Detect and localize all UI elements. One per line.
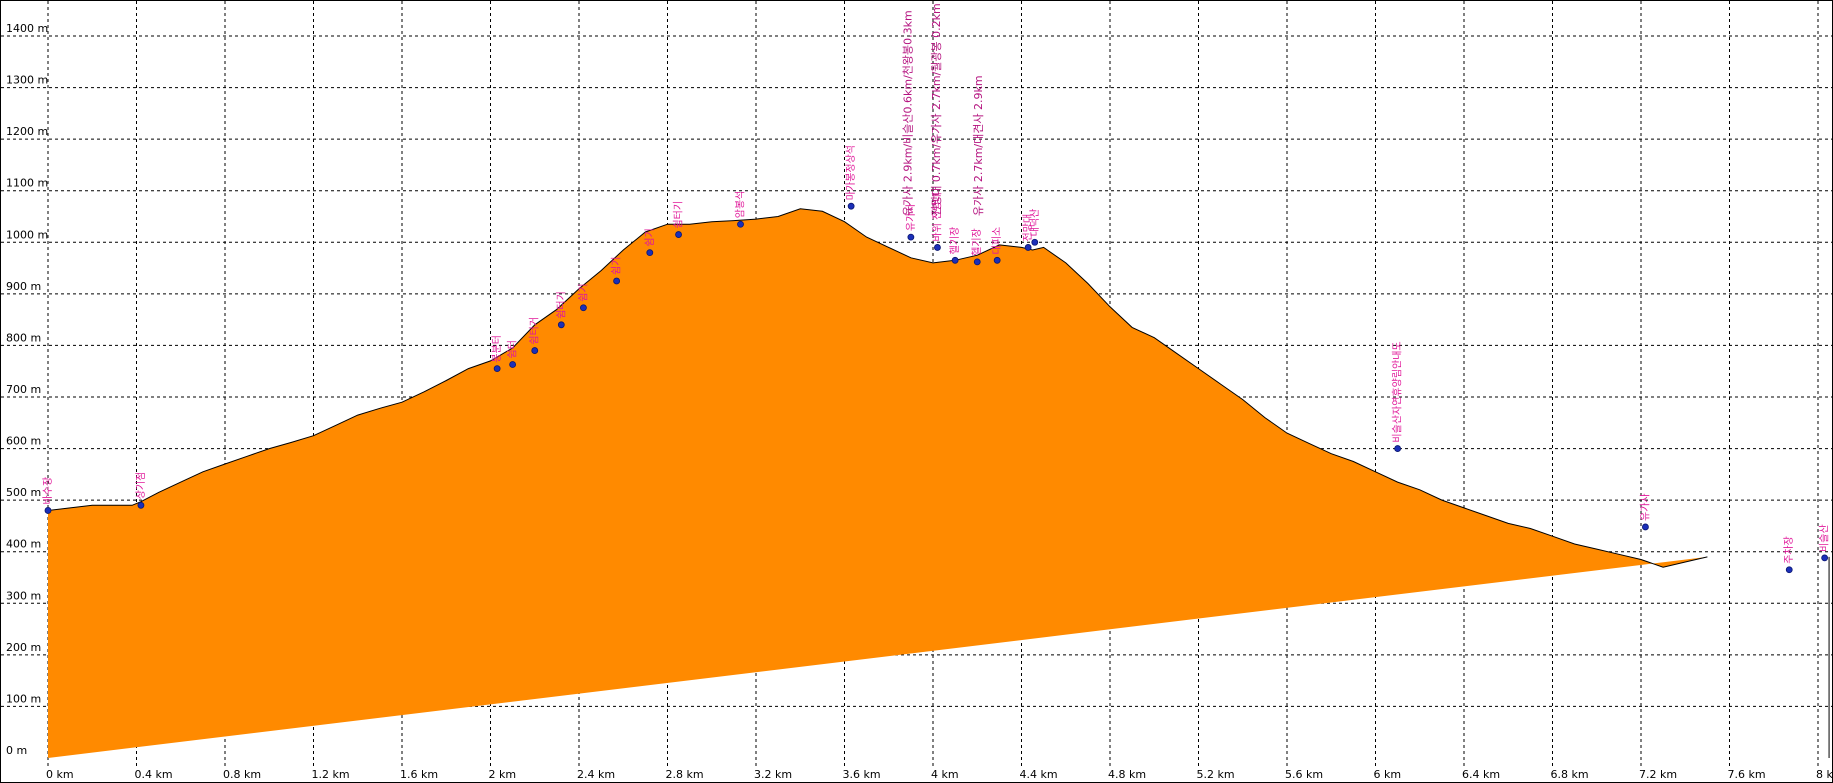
x-tick-label: 5.2 km	[1197, 768, 1235, 781]
y-tick-label: 1200 m	[6, 125, 48, 138]
elevation-profile-chart: 바수장 상기점 봉분터 쉼터 쉼터거 쉼터기 쉼기 쉼기 쉼기 쉼터기 암봉석 마가봉정상석 유가사 바위…	[0, 0, 1833, 783]
waypoint-marker	[580, 304, 587, 312]
x-tick-label: 0.8 km	[223, 768, 261, 781]
waypoint-marker	[1785, 566, 1793, 574]
y-tick-label: 1000 m	[6, 228, 48, 241]
waypoint-label: 대덕산	[1029, 209, 1041, 237]
waypoint-label: 쉼터	[507, 340, 519, 358]
y-tick-label: 1400 m	[6, 22, 48, 35]
waypoint-marker	[137, 501, 145, 509]
y-tick-label: 900 m	[6, 280, 41, 293]
y-tick-label: 700 m	[6, 383, 41, 396]
y-tick-label: 1100 m	[6, 177, 48, 190]
chart-svg: 바수장 상기점봉분터 쉼터쉼터거쉼터기 쉼기쉼기쉼기쉼터기 암봉석마가봉정상석유가사 바위…	[1, 1, 1832, 782]
waypoint-marker	[1024, 244, 1032, 251]
x-tick-label: 2 km	[489, 768, 517, 781]
waypoint-label: 쉼기	[577, 283, 589, 301]
waypoint-marker	[847, 202, 855, 210]
x-tick-label: 7.6 km	[1728, 768, 1766, 781]
waypoint-marker	[613, 277, 621, 285]
waypoint-marker	[907, 233, 915, 241]
x-tick-label: 0 km	[46, 768, 74, 781]
waypoint-marker	[973, 258, 981, 266]
y-tick-label: 100 m	[6, 692, 41, 705]
waypoint-marker	[951, 256, 959, 264]
x-tick-label: 2.8 km	[666, 768, 704, 781]
x-tick-label: 5.6 km	[1285, 768, 1323, 781]
waypoint-label: 유가사	[1639, 493, 1651, 521]
waypoint-label: 쉼터거	[529, 317, 541, 345]
annotation-label: 전망대 0.7km/유가사 2.7km/월광봉 0.2km	[930, 3, 943, 216]
y-tick-label: 800 m	[6, 331, 41, 344]
y-tick-label: 600 m	[6, 435, 41, 448]
waypoint-marker	[1821, 554, 1829, 562]
waypoint-label: 바수장	[42, 477, 54, 505]
annotation-label: 유가사 2.7km/대견사 2.9km	[972, 75, 985, 216]
x-tick-label: 8 km	[1816, 768, 1832, 781]
waypoint-label: 암봉석	[735, 191, 747, 219]
waypoint-label: 헬기장	[971, 228, 983, 256]
y-tick-label: 300 m	[6, 589, 41, 602]
waypoint-label: 쉼터기	[673, 201, 685, 229]
annotation-label: 유가사 2.9km/비슬산0.6km/천왕봉0.3km	[900, 10, 914, 216]
waypoint-label: 상기점	[135, 472, 147, 500]
waypoint-marker	[44, 507, 52, 514]
waypoint-marker	[675, 231, 682, 238]
waypoint-marker	[1394, 445, 1402, 452]
waypoint-marker	[509, 361, 517, 368]
x-tick-label: 6.8 km	[1551, 768, 1589, 781]
x-tick-label: 4.8 km	[1108, 768, 1146, 781]
waypoint-label: 헬기장	[949, 227, 961, 255]
waypoint-label: 쉼터기	[555, 291, 567, 319]
waypoint-label: 비슬산	[1819, 524, 1831, 552]
waypoint-label: 마가봉정상석	[845, 145, 857, 200]
x-tick-label: 2.4 km	[577, 768, 615, 781]
y-tick-label: 1300 m	[6, 74, 48, 87]
y-tick-label: 500 m	[6, 486, 41, 499]
x-tick-label: 1.2 km	[312, 768, 350, 781]
waypoint-label: 봉분터	[491, 335, 503, 363]
x-tick-label: 6.4 km	[1462, 768, 1500, 781]
x-tick-label: 6 km	[1374, 768, 1402, 781]
x-tick-label: 3.6 km	[843, 768, 881, 781]
y-tick-label: 0 m	[6, 744, 27, 757]
waypoint-marker	[493, 365, 501, 373]
y-tick-label: 200 m	[6, 641, 41, 654]
waypoint-marker	[737, 220, 744, 228]
x-tick-label: 0.4 km	[135, 768, 173, 781]
waypoint-label: 비슬산자연휴양림안내도	[1392, 341, 1404, 442]
waypoint-label: 쉼기	[611, 257, 623, 275]
waypoint-marker	[934, 244, 941, 251]
x-tick-label: 7.2 km	[1639, 768, 1677, 781]
waypoint-marker	[1642, 523, 1649, 531]
waypoint-label: 대피소	[991, 227, 1003, 255]
waypoint-label: 쉼기	[644, 228, 656, 246]
x-tick-label: 4.4 km	[1020, 768, 1058, 781]
waypoint-marker	[531, 347, 539, 354]
x-tick-label: 1.6 km	[400, 768, 438, 781]
waypoint-label: 주차장	[1783, 536, 1795, 564]
x-tick-label: 4 km	[931, 768, 959, 781]
waypoint-marker	[646, 249, 654, 257]
waypoint-marker	[993, 256, 1001, 264]
waypoint-marker	[557, 321, 565, 329]
x-tick-label: 3.2 km	[754, 768, 792, 781]
y-tick-label: 400 m	[6, 538, 41, 551]
